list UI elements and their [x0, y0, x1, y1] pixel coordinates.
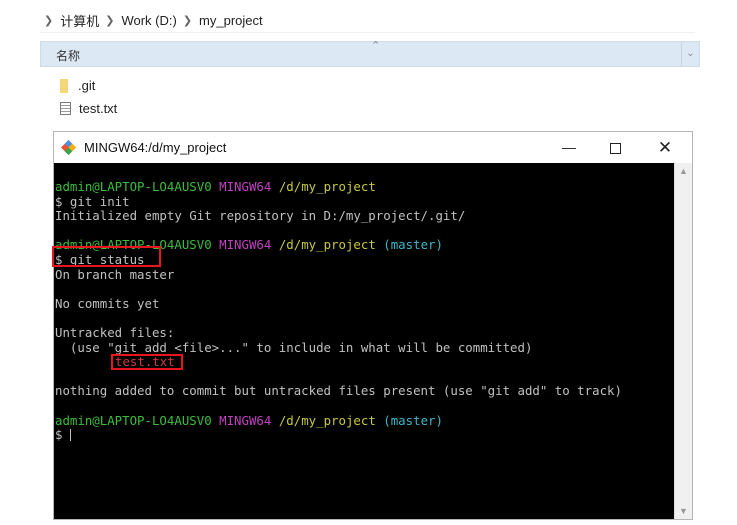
- git-logo-icon: [61, 140, 76, 155]
- scroll-down-icon[interactable]: ▼: [675, 506, 692, 516]
- text-cursor: [69, 429, 71, 442]
- untracked-file-line: test.txt: [55, 354, 674, 371]
- highlighted-command: $ git status: [52, 245, 161, 268]
- output-line: (use "git add <file>..." to include in w…: [55, 339, 533, 355]
- text-file-icon: [60, 102, 71, 115]
- scroll-up-icon[interactable]: ▲: [675, 166, 692, 176]
- chevron-down-icon[interactable]: ⌄: [681, 42, 699, 66]
- close-button[interactable]: ✕: [642, 132, 688, 163]
- minimize-icon: —: [562, 139, 576, 155]
- file-name: .git: [78, 78, 96, 93]
- chevron-right-icon[interactable]: ❯: [105, 14, 114, 27]
- folder-icon: [60, 78, 68, 93]
- window-title: MINGW64:/d/my_project: [84, 140, 227, 155]
- prompt-line: admin@LAPTOP-LO4AUSV0 MINGW64 /d/my_proj…: [55, 179, 376, 194]
- breadcrumb-computer[interactable]: 计算机: [60, 11, 99, 30]
- file-name: test.txt: [79, 101, 118, 116]
- scrollbar[interactable]: ▲ ▼: [674, 163, 692, 519]
- output-line: Initialized empty Git repository in D:/m…: [55, 208, 466, 224]
- terminal-console[interactable]: admin@LAPTOP-LO4AUSV0 MINGW64 /d/my_proj…: [52, 163, 674, 519]
- breadcrumb-folder[interactable]: my_project: [199, 13, 263, 28]
- breadcrumb[interactable]: ❯ 计算机 ❯ Work (D:) ❯ my_project: [40, 8, 695, 33]
- file-item-test-txt[interactable]: test.txt: [60, 101, 117, 116]
- maximize-icon: [609, 142, 621, 154]
- highlight-box: [111, 354, 183, 371]
- prompt-line: admin@LAPTOP-LO4AUSV0 MINGW64 /d/my_proj…: [55, 412, 443, 428]
- output-line: Untracked files:: [55, 324, 175, 340]
- output-line: On branch master: [55, 266, 175, 282]
- sort-up-icon: ⌃: [371, 40, 381, 52]
- highlight-box: [52, 245, 161, 267]
- chevron-right-icon[interactable]: ❯: [44, 14, 53, 27]
- input-line[interactable]: $: [55, 427, 674, 443]
- highlighted-untracked-file: test.txt: [111, 354, 183, 371]
- close-icon: ✕: [657, 138, 673, 157]
- terminal-window[interactable]: MINGW64:/d/my_project — ✕ admin@LAPTOP-L…: [52, 131, 693, 520]
- file-item-git[interactable]: .git: [60, 78, 95, 93]
- chevron-right-icon[interactable]: ❯: [183, 14, 192, 27]
- output-line: No commits yet: [55, 295, 160, 311]
- command-line: $ git init: [55, 193, 130, 209]
- minimize-button[interactable]: —: [546, 132, 592, 163]
- maximize-button[interactable]: [592, 132, 638, 163]
- column-header[interactable]: 名称 ⌃ ⌄: [40, 40, 700, 67]
- output-line: nothing added to commit but untracked fi…: [55, 383, 622, 399]
- breadcrumb-drive[interactable]: Work (D:): [121, 13, 176, 28]
- column-name-label[interactable]: 名称: [56, 47, 80, 64]
- command-line: $ git status: [52, 245, 674, 268]
- title-bar[interactable]: MINGW64:/d/my_project — ✕: [54, 132, 692, 163]
